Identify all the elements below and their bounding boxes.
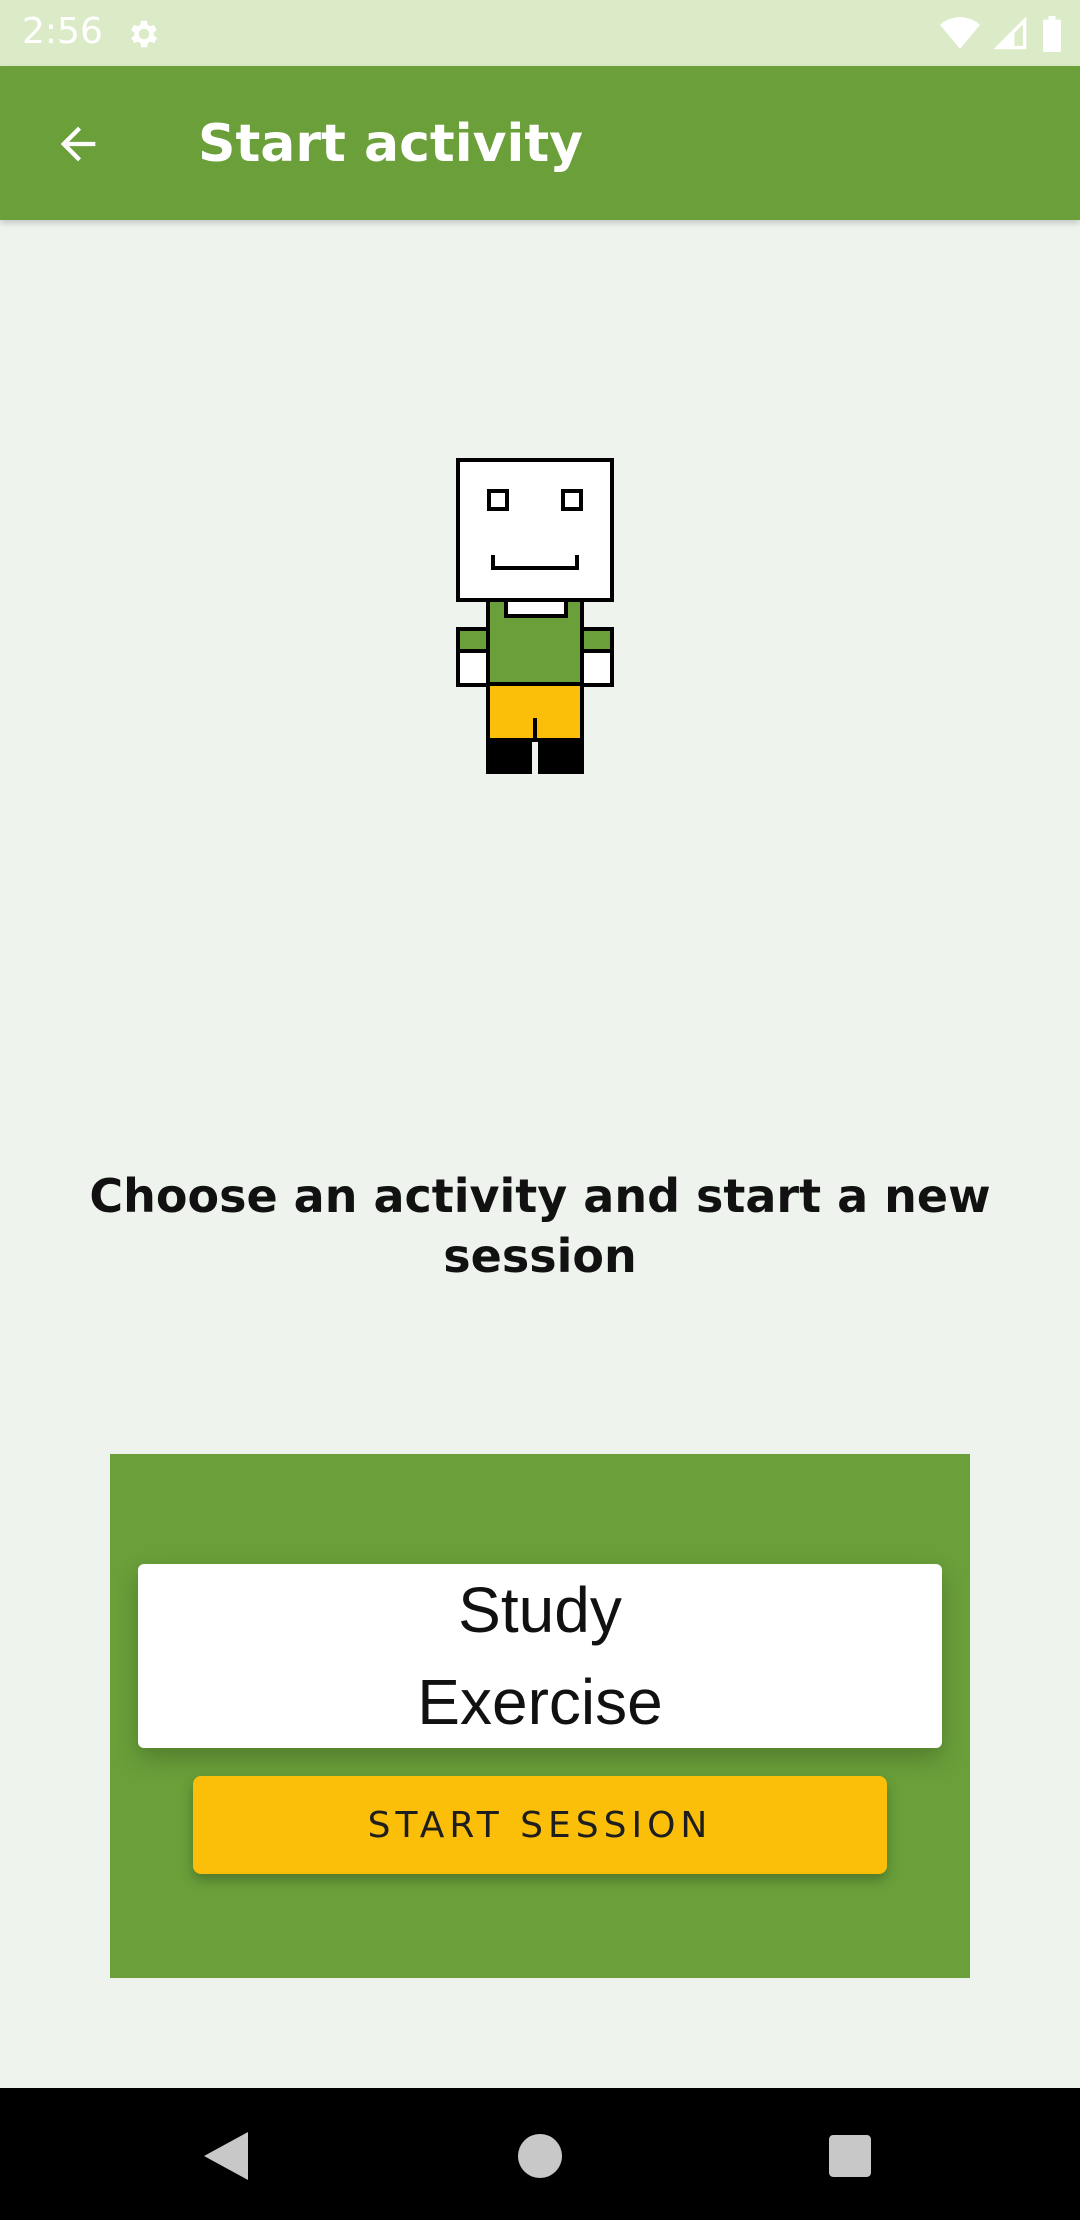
back-triangle-icon <box>204 2132 248 2180</box>
activity-picker[interactable]: Study Exercise <box>138 1564 942 1748</box>
home-circle-icon <box>518 2134 562 2178</box>
app-bar: Start activity <box>0 66 1080 220</box>
robot-mascot-illustration <box>456 458 614 774</box>
wifi-icon <box>940 17 980 49</box>
start-session-button[interactable]: START SESSION <box>193 1776 887 1874</box>
activity-option-exercise[interactable]: Exercise <box>138 1656 942 1748</box>
activity-option-study[interactable]: Study <box>138 1564 942 1656</box>
nav-back-button[interactable] <box>188 2118 264 2194</box>
status-bar: 2:56 <box>0 0 1080 66</box>
recents-square-icon <box>829 2135 871 2177</box>
nav-home-button[interactable] <box>502 2118 578 2194</box>
arrow-back-icon <box>60 126 96 162</box>
page-title: Start activity <box>198 114 584 174</box>
battery-icon <box>1043 16 1061 52</box>
gear-icon <box>131 20 158 48</box>
back-button[interactable] <box>36 102 120 186</box>
nav-recents-button[interactable] <box>812 2118 888 2194</box>
cell-signal-icon <box>994 17 1027 50</box>
status-icons <box>940 14 1062 54</box>
system-nav-bar <box>0 2088 1080 2220</box>
activity-panel: Study Exercise START SESSION <box>110 1454 970 1978</box>
status-time: 2:56 <box>22 11 103 52</box>
instruction-text: Choose an activity and start a new sessi… <box>89 1169 991 1283</box>
